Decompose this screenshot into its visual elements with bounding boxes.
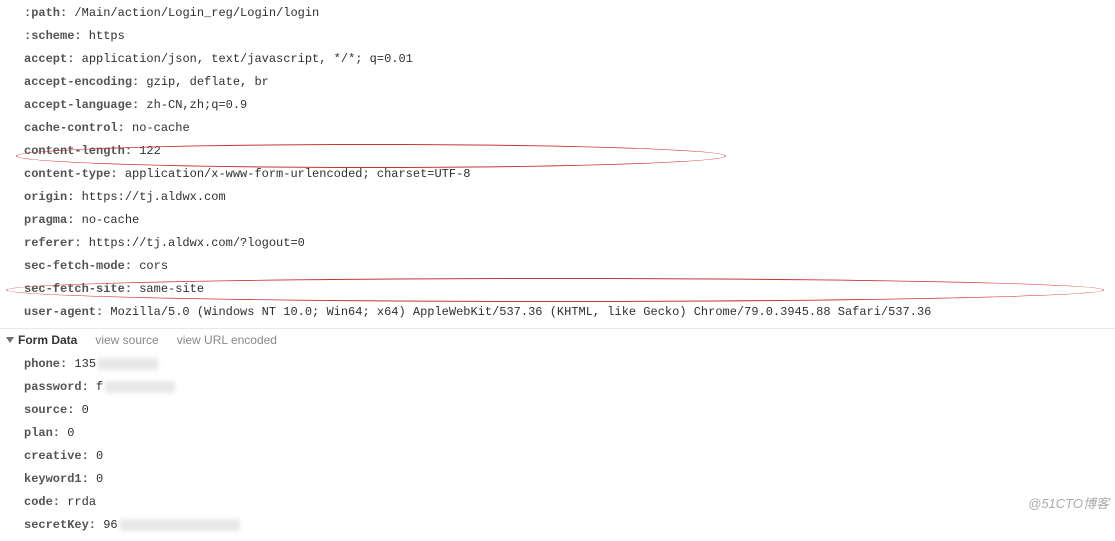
header-value: zh-CN,zh;q=0.9: [139, 98, 247, 112]
redacted-blur: [98, 358, 158, 370]
form-field-name: keyword1:: [24, 472, 89, 486]
header-value: no-cache: [125, 121, 190, 135]
header-value: same-site: [132, 282, 204, 296]
header-row: sec-fetch-site: same-site: [24, 278, 1115, 301]
header-value: https://tj.aldwx.com/?logout=0: [82, 236, 305, 250]
request-headers-section: :path: /Main/action/Login_reg/Login/logi…: [0, 0, 1115, 328]
header-value: cors: [132, 259, 168, 273]
header-row: user-agent: Mozilla/5.0 (Windows NT 10.0…: [24, 301, 1115, 324]
form-data-title[interactable]: Form Data: [6, 333, 77, 347]
form-field-value: 0: [60, 426, 74, 440]
form-field-value: 0: [74, 403, 88, 417]
header-row: accept-encoding: gzip, deflate, br: [24, 71, 1115, 94]
form-field-name: source:: [24, 403, 74, 417]
form-data-row: secretKey: 96: [24, 514, 1115, 537]
header-value: gzip, deflate, br: [139, 75, 269, 89]
header-row: content-length: 122: [24, 140, 1115, 163]
header-row: cache-control: no-cache: [24, 117, 1115, 140]
form-field-value: rrda: [60, 495, 96, 509]
form-data-row: source: 0: [24, 399, 1115, 422]
header-row: accept: application/json, text/javascrip…: [24, 48, 1115, 71]
form-data-section: phone: 135password: fsource: 0plan: 0cre…: [0, 351, 1115, 541]
header-row: pragma: no-cache: [24, 209, 1115, 232]
form-data-row: creative: 0: [24, 445, 1115, 468]
form-data-row: code: rrda: [24, 491, 1115, 514]
header-name: cache-control:: [24, 121, 125, 135]
header-name: user-agent:: [24, 305, 103, 319]
header-name: content-type:: [24, 167, 118, 181]
form-field-name: phone:: [24, 357, 67, 371]
form-field-name: secretKey:: [24, 518, 96, 532]
form-data-section-header: Form Data view source view URL encoded: [0, 329, 1115, 351]
header-value: https: [82, 29, 125, 43]
header-row: content-type: application/x-www-form-url…: [24, 163, 1115, 186]
header-row: referer: https://tj.aldwx.com/?logout=0: [24, 232, 1115, 255]
header-value: application/x-www-form-urlencoded; chars…: [118, 167, 471, 181]
expand-triangle-icon: [6, 337, 14, 343]
header-row: :path: /Main/action/Login_reg/Login/logi…: [24, 2, 1115, 25]
form-field-value: 0: [89, 449, 103, 463]
header-name: referer:: [24, 236, 82, 250]
header-name: :scheme:: [24, 29, 82, 43]
header-row: origin: https://tj.aldwx.com: [24, 186, 1115, 209]
form-field-value: 96: [96, 518, 118, 532]
header-name: content-length:: [24, 144, 132, 158]
header-row: :scheme: https: [24, 25, 1115, 48]
form-field-name: plan:: [24, 426, 60, 440]
header-name: pragma:: [24, 213, 74, 227]
header-row: accept-language: zh-CN,zh;q=0.9: [24, 94, 1115, 117]
header-name: accept-language:: [24, 98, 139, 112]
watermark-text: @51CTO博客: [1028, 493, 1109, 512]
header-name: accept:: [24, 52, 74, 66]
form-data-row: plan: 0: [24, 422, 1115, 445]
view-source-link[interactable]: view source: [95, 333, 158, 347]
header-value: Mozilla/5.0 (Windows NT 10.0; Win64; x64…: [103, 305, 931, 319]
form-data-title-text: Form Data: [18, 333, 77, 347]
header-name: accept-encoding:: [24, 75, 139, 89]
form-field-name: creative:: [24, 449, 89, 463]
header-value: no-cache: [74, 213, 139, 227]
header-name: sec-fetch-mode:: [24, 259, 132, 273]
header-value: 122: [132, 144, 161, 158]
form-field-name: code:: [24, 495, 60, 509]
form-field-name: password:: [24, 380, 89, 394]
form-data-row: keyword1: 0: [24, 468, 1115, 491]
header-name: origin:: [24, 190, 74, 204]
header-value: https://tj.aldwx.com: [74, 190, 225, 204]
form-field-value: f: [89, 380, 103, 394]
redacted-blur: [105, 381, 175, 393]
form-field-value: 135: [67, 357, 96, 371]
redacted-blur: [120, 519, 240, 531]
form-data-row: phone: 135: [24, 353, 1115, 376]
form-field-value: 0: [89, 472, 103, 486]
header-name: sec-fetch-site:: [24, 282, 132, 296]
form-data-row: password: f: [24, 376, 1115, 399]
header-value: /Main/action/Login_reg/Login/login: [67, 6, 319, 20]
header-row: sec-fetch-mode: cors: [24, 255, 1115, 278]
view-url-encoded-link[interactable]: view URL encoded: [177, 333, 277, 347]
header-value: application/json, text/javascript, */*; …: [74, 52, 412, 66]
header-name: :path:: [24, 6, 67, 20]
